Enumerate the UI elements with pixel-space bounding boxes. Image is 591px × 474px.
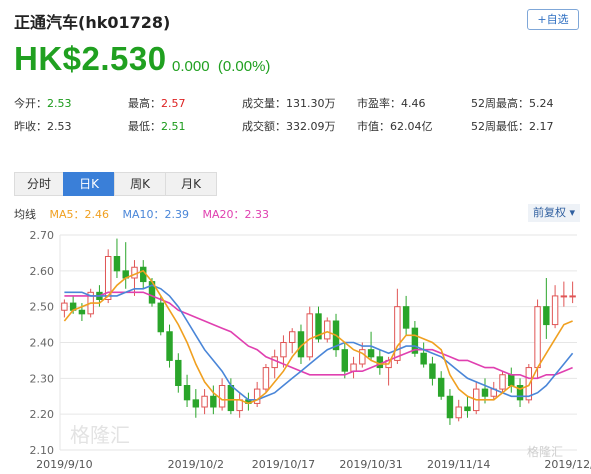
ma5-legend: MA5：2.46 bbox=[49, 208, 110, 221]
watermark: 格隆汇 bbox=[527, 444, 563, 459]
candle-body bbox=[455, 406, 462, 419]
stat-52w-high: 52周最高：5.24 bbox=[471, 97, 554, 110]
candle-body bbox=[227, 385, 235, 412]
candle-body bbox=[420, 352, 427, 365]
x-tick-label: 2019/10/17 bbox=[252, 458, 315, 471]
candlestick-chart[interactable]: 2.70 2.60 2.50 2.40 2.30 2.20 2.102019/9/10 201… bbox=[0, 224, 591, 474]
y-tick-label: 2.30 bbox=[30, 372, 55, 385]
candle-body bbox=[464, 406, 471, 412]
add-watchlist-button[interactable]: +自选 bbox=[527, 9, 579, 30]
candle-body bbox=[324, 320, 331, 340]
x-tick-label: 2019/12/3 bbox=[544, 458, 591, 471]
x-tick-label: 2019/10/31 bbox=[339, 458, 402, 471]
candle-body bbox=[175, 359, 182, 387]
x-tick-label: 2019/9/10 bbox=[36, 458, 92, 471]
candle-body bbox=[113, 256, 121, 272]
candle-body bbox=[288, 331, 296, 343]
period-tabs: 分时 日K 周K 月K bbox=[14, 172, 217, 196]
candle-body bbox=[429, 363, 436, 379]
candle-body bbox=[394, 306, 401, 361]
candle-body bbox=[131, 266, 138, 279]
adjustment-label: 前复权 bbox=[532, 206, 566, 219]
candle-body bbox=[376, 356, 384, 369]
stat-open: 今开：2.53 bbox=[14, 97, 72, 110]
stat-prev-close: 昨收：2.53 bbox=[14, 120, 72, 133]
candle-body bbox=[569, 295, 576, 298]
stat-low: 最低：2.51 bbox=[128, 120, 186, 133]
candle-body bbox=[210, 395, 217, 408]
y-tick-label: 2.20 bbox=[30, 408, 55, 421]
candle-body bbox=[551, 295, 559, 326]
candle-body bbox=[192, 399, 200, 408]
y-tick-label: 2.10 bbox=[30, 444, 55, 457]
stat-pe: 市盈率：4.46 bbox=[357, 97, 426, 110]
candle-body bbox=[446, 395, 454, 419]
candle-body bbox=[262, 367, 270, 390]
candle-body bbox=[402, 306, 410, 329]
candle-body bbox=[166, 331, 173, 361]
tab-weekly-k[interactable]: 周K bbox=[114, 172, 166, 196]
tab-intraday[interactable]: 分时 bbox=[14, 172, 64, 196]
candle-body bbox=[499, 374, 506, 390]
candle-body bbox=[481, 388, 489, 397]
candle-body bbox=[367, 349, 375, 358]
price-change: 0.000 (0.00%) bbox=[172, 58, 270, 75]
change-percent: (0.00%) bbox=[217, 58, 271, 75]
candle-body bbox=[508, 374, 515, 386]
y-tick-label: 2.50 bbox=[30, 301, 55, 314]
tab-daily-k[interactable]: 日K bbox=[63, 172, 115, 196]
x-tick-label: 2019/11/14 bbox=[427, 458, 490, 471]
y-tick-label: 2.60 bbox=[30, 265, 55, 278]
candle-body bbox=[61, 302, 68, 311]
y-tick-label: 2.70 bbox=[30, 229, 55, 242]
y-tick-label: 2.40 bbox=[30, 337, 55, 350]
candle-body bbox=[280, 342, 287, 358]
current-price: HK$2.530 bbox=[14, 40, 167, 77]
candle-body bbox=[437, 377, 445, 397]
stat-volume: 成交量：131.30万 bbox=[242, 97, 336, 110]
ma10-legend: MA10：2.39 bbox=[122, 208, 190, 221]
candle-body bbox=[350, 363, 357, 372]
ma-legend: 均线 MA5：2.46 MA10：2.39 MA20：2.33 bbox=[14, 206, 279, 222]
candle-body bbox=[560, 295, 568, 298]
tab-monthly-k[interactable]: 月K bbox=[165, 172, 217, 196]
adjustment-dropdown[interactable]: 前复权 ▾ bbox=[528, 204, 580, 222]
chevron-down-icon: ▾ bbox=[569, 206, 576, 219]
stat-high: 最高：2.57 bbox=[128, 97, 186, 110]
candle-body bbox=[543, 306, 550, 326]
ma-label: 均线 bbox=[14, 208, 36, 221]
x-tick-label: 2019/10/2 bbox=[168, 458, 224, 471]
candle-body bbox=[218, 385, 226, 408]
stock-title: 正通汽车(hk01728) bbox=[14, 13, 171, 32]
stat-turnover: 成交额：332.09万 bbox=[242, 120, 336, 133]
watermark: 格隆汇 bbox=[70, 423, 130, 447]
candle-body bbox=[341, 349, 349, 372]
candle-body bbox=[201, 395, 208, 408]
candle-body bbox=[183, 385, 191, 401]
stat-market-cap: 市值：62.04亿 bbox=[357, 120, 433, 133]
candle-body bbox=[271, 356, 278, 369]
candle-body bbox=[78, 309, 86, 315]
ma20-legend: MA20：2.33 bbox=[202, 208, 270, 221]
candle-body bbox=[157, 302, 164, 333]
candle-body bbox=[534, 306, 541, 369]
stat-52w-low: 52周最低：2.17 bbox=[471, 120, 554, 133]
change-value: 0.000 bbox=[172, 58, 210, 75]
candle-body bbox=[306, 313, 313, 358]
